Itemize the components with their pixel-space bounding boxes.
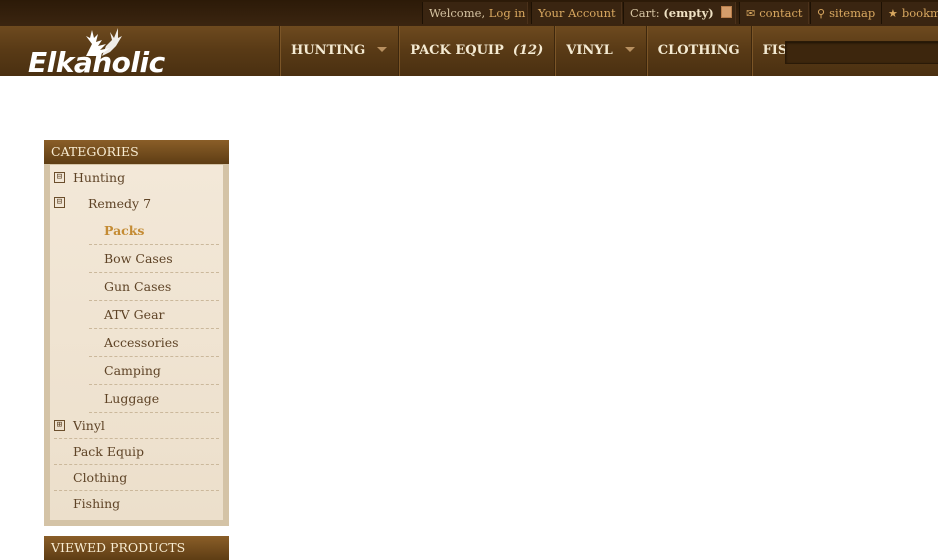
welcome-label: Welcome, bbox=[429, 6, 486, 20]
top-utility-bar: Welcome, Log in Your Account Cart: (empt… bbox=[0, 0, 938, 26]
category-atv-gear-label[interactable]: ATV Gear bbox=[89, 301, 219, 329]
category-vinyl[interactable]: Vinyl ⊞ bbox=[54, 413, 219, 439]
categories-list: Hunting ⊟ Remedy 7 ⊟ Packs Bow Cases Gun… bbox=[50, 165, 223, 520]
category-vinyl-label[interactable]: Vinyl bbox=[54, 413, 219, 439]
category-camping-label[interactable]: Camping bbox=[89, 357, 219, 385]
star-icon: ★ bbox=[888, 7, 898, 20]
contact-link[interactable]: ✉ contact bbox=[739, 2, 809, 24]
site-header: Elkaholic HUNTING PACK EQUIP (12) VINYL … bbox=[0, 26, 938, 79]
category-camping[interactable]: Camping bbox=[54, 357, 219, 385]
nav-clothing-label: CLOTHING bbox=[657, 43, 740, 58]
contact-label[interactable]: contact bbox=[759, 6, 802, 20]
category-hunting-label[interactable]: Hunting bbox=[54, 165, 219, 190]
category-luggage[interactable]: Luggage bbox=[54, 385, 219, 413]
welcome-text: Welcome, Log in bbox=[422, 2, 528, 24]
category-atv-gear[interactable]: ATV Gear bbox=[54, 301, 219, 329]
category-fishing-label[interactable]: Fishing bbox=[54, 491, 219, 516]
mail-icon: ✉ bbox=[746, 7, 756, 20]
sitemap-label[interactable]: sitemap bbox=[829, 6, 875, 20]
nav-hunting-label: HUNTING bbox=[291, 43, 366, 58]
category-accessories-label[interactable]: Accessories bbox=[89, 329, 219, 357]
nav-pack-equip-count: (12) bbox=[512, 43, 544, 58]
category-gun-cases[interactable]: Gun Cases bbox=[54, 273, 219, 301]
chevron-down-icon[interactable] bbox=[624, 47, 635, 52]
nav-vinyl[interactable]: VINYL bbox=[554, 26, 645, 76]
expand-icon[interactable]: ⊞ bbox=[54, 420, 65, 431]
categories-title: CATEGORIES bbox=[44, 140, 229, 164]
viewed-products-title: VIEWED PRODUCTS bbox=[44, 536, 229, 560]
category-clothing[interactable]: Clothing bbox=[54, 465, 219, 491]
nav-pack-equip-label: PACK EQUIP bbox=[410, 43, 504, 58]
category-remedy7[interactable]: Remedy 7 ⊟ bbox=[54, 190, 219, 217]
cart-value: (empty) bbox=[663, 6, 714, 20]
nav-pack-equip[interactable]: PACK EQUIP (12) bbox=[398, 26, 554, 76]
nav-hunting[interactable]: HUNTING bbox=[279, 26, 398, 76]
site-logo[interactable]: Elkaholic bbox=[28, 46, 165, 79]
category-bow-cases[interactable]: Bow Cases bbox=[54, 245, 219, 273]
sidebar: CATEGORIES Hunting ⊟ Remedy 7 ⊟ Packs Bo… bbox=[44, 140, 229, 560]
category-accessories[interactable]: Accessories bbox=[54, 329, 219, 357]
nav-clothing[interactable]: CLOTHING bbox=[645, 26, 751, 76]
sitemap-link[interactable]: ⚲ sitemap bbox=[810, 2, 882, 24]
cart-label: Cart: bbox=[630, 6, 660, 20]
bookmark-label[interactable]: bookm bbox=[902, 6, 938, 20]
category-hunting[interactable]: Hunting ⊟ bbox=[54, 165, 219, 190]
cart-icon[interactable] bbox=[721, 6, 733, 18]
collapse-icon[interactable]: ⊟ bbox=[54, 172, 65, 183]
chevron-down-icon[interactable] bbox=[377, 47, 388, 52]
nav-vinyl-label: VINYL bbox=[566, 43, 613, 58]
main-nav: HUNTING PACK EQUIP (12) VINYL CLOTHING F… bbox=[279, 26, 840, 76]
account-label[interactable]: Your Account bbox=[538, 6, 616, 20]
search-input[interactable] bbox=[785, 41, 938, 64]
sitemap-icon: ⚲ bbox=[817, 7, 826, 20]
category-luggage-label[interactable]: Luggage bbox=[89, 385, 219, 413]
category-gun-cases-label[interactable]: Gun Cases bbox=[89, 273, 219, 301]
category-pack-equip[interactable]: Pack Equip bbox=[54, 439, 219, 465]
categories-block: Hunting ⊟ Remedy 7 ⊟ Packs Bow Cases Gun… bbox=[44, 164, 229, 526]
category-bow-cases-label[interactable]: Bow Cases bbox=[89, 245, 219, 273]
category-packs[interactable]: Packs bbox=[54, 217, 219, 245]
your-account-link[interactable]: Your Account bbox=[531, 2, 622, 24]
login-link[interactable]: Log in bbox=[489, 6, 526, 20]
bookmark-link[interactable]: ★ bookm bbox=[881, 2, 938, 24]
category-fishing[interactable]: Fishing bbox=[54, 491, 219, 516]
category-clothing-label[interactable]: Clothing bbox=[54, 465, 219, 491]
category-remedy7-label[interactable]: Remedy 7 bbox=[54, 190, 219, 217]
category-pack-equip-label[interactable]: Pack Equip bbox=[54, 439, 219, 465]
collapse-icon[interactable]: ⊟ bbox=[54, 197, 65, 208]
category-packs-label[interactable]: Packs bbox=[89, 217, 219, 245]
viewed-products-block: VIEWED PRODUCTS bbox=[44, 536, 229, 560]
cart-summary[interactable]: Cart: (empty) bbox=[623, 2, 736, 24]
